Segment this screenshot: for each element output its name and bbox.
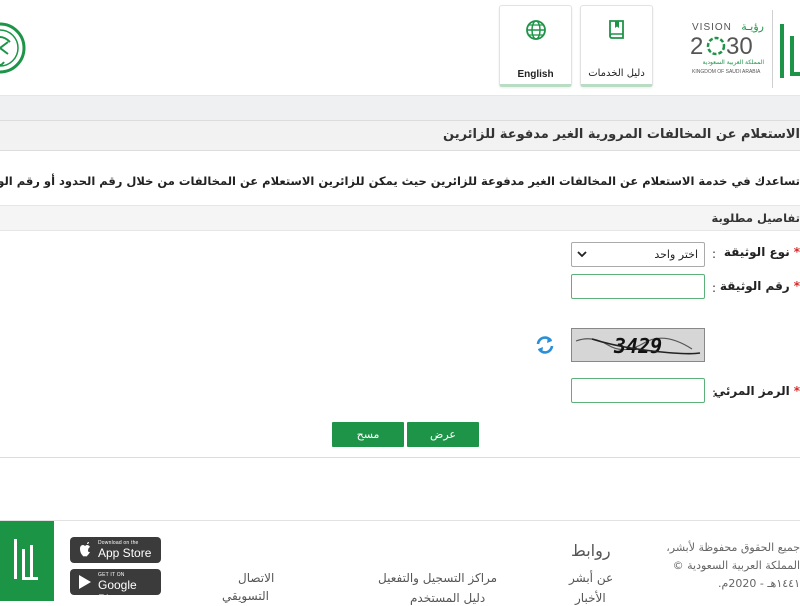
show-button[interactable]: عرض	[407, 422, 479, 447]
saudi-emblem-icon	[0, 22, 26, 74]
vision-sub-ar: المملكة العربية السعودية	[702, 59, 764, 66]
footer-link-registration-centers[interactable]: مراكز التسجيل والتفعيل	[378, 571, 497, 585]
vision-word: VISION	[692, 22, 732, 33]
footer-link-contact[interactable]: الاتصال	[238, 571, 274, 585]
doc-type-selected-value: اختر واحد	[654, 248, 698, 261]
footer-link-user-guide[interactable]: دليل المستخدم	[410, 591, 485, 605]
absher-footer-logo-icon	[14, 539, 38, 580]
absher-logo-icon	[780, 24, 800, 78]
captcha-input[interactable]	[571, 378, 705, 403]
page-title: الاستعلام عن المخالفات المرورية الغير مد…	[443, 127, 800, 142]
vision-arabic: رؤيـة	[741, 20, 764, 33]
header-spacer-band	[0, 96, 800, 120]
footer-link-marketing[interactable]: التسويقي	[222, 589, 269, 603]
inquiry-card: الاستعلام عن المخالفات المرورية الغير مد…	[0, 120, 800, 458]
doc-number-colon: :	[712, 281, 717, 295]
google-play-icon	[79, 575, 91, 589]
captcha-image: 3429	[571, 328, 705, 362]
doc-type-label: *نوع الوثيقة	[723, 245, 800, 259]
copyright-line-1: جميع الحقوق محفوظة لأبشر،	[666, 541, 800, 554]
vision-year-left: 2	[690, 33, 703, 60]
book-icon	[609, 20, 624, 39]
copyright-line-2: المملكة العربية السعودية ©	[672, 559, 800, 572]
clear-button[interactable]: مسح	[332, 422, 404, 447]
card-title-bar: الاستعلام عن المخالفات المرورية الغير مد…	[0, 121, 800, 151]
vision-sub-en: KINGDOM OF SAUDI ARABIA	[692, 69, 761, 75]
footer-link-news[interactable]: الأخبار	[575, 591, 606, 605]
required-asterisk: *	[793, 245, 800, 259]
footer-logo-bar	[0, 521, 54, 601]
services-guide-tile[interactable]: دليل الخدمات	[580, 5, 653, 87]
doc-type-select[interactable]: اختر واحد	[571, 242, 705, 267]
footer-links-heading: روابط	[571, 541, 611, 560]
captcha-label: *الرمز المرئي	[713, 384, 800, 398]
services-guide-label: دليل الخدمات	[588, 68, 645, 79]
required-details-bar: تفاصيل مطلوبة	[0, 205, 800, 231]
refresh-captcha-icon[interactable]	[534, 334, 556, 356]
english-language-tile[interactable]: English	[499, 5, 572, 87]
chevron-down-icon	[577, 251, 587, 258]
footer-link-about[interactable]: عن أبشر	[569, 571, 613, 585]
vision-year-right: 30	[726, 33, 753, 60]
english-tile-label: English	[517, 69, 554, 80]
globe-icon	[526, 20, 546, 40]
vision-2030-logo: VISION رؤيـة 2 30 المملكة العربية السعود…	[690, 20, 764, 75]
doc-type-colon: :	[712, 247, 717, 261]
google-play-badge[interactable]: GET IT ON Google Play	[70, 569, 161, 606]
doc-number-label: *رقم الوثيقة	[719, 279, 800, 293]
required-asterisk: *	[793, 384, 800, 398]
site-footer: Download on the App Store GET IT ON Goog…	[0, 520, 800, 606]
site-header: English دليل الخدمات VISION رؤيـة 2 30 ا…	[0, 0, 800, 96]
apple-icon	[80, 542, 90, 557]
section-title: تفاصيل مطلوبة	[711, 211, 800, 225]
header-divider	[772, 10, 773, 88]
copyright-line-3: ١٤٤١هـ - 2020م.	[718, 577, 800, 590]
service-description: تساعدك في خدمة الاستعلام عن المخالفات ال…	[0, 174, 800, 188]
required-asterisk: *	[793, 279, 800, 293]
app-store-badge[interactable]: Download on the App Store	[70, 537, 161, 563]
captcha-colon: :	[712, 386, 717, 400]
doc-number-input[interactable]	[571, 274, 705, 299]
